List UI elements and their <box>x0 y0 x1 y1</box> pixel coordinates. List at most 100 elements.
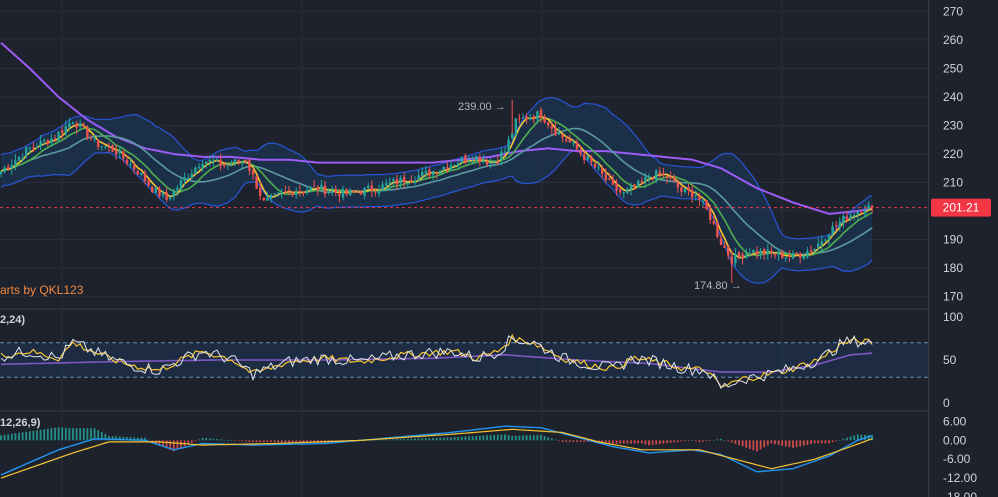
macd-histogram-bar <box>270 440 272 443</box>
macd-histogram-bar <box>511 435 514 441</box>
macd-histogram-bar <box>50 428 53 441</box>
candle-body <box>251 170 255 175</box>
price-chart[interactable]: 2702602502402302202102001901801701005006… <box>0 0 998 497</box>
macd-histogram-bar <box>277 440 280 443</box>
macd-histogram-bar <box>694 440 697 442</box>
candle-body <box>291 192 294 196</box>
candle-body <box>39 140 42 147</box>
candle-body <box>701 200 705 202</box>
macd-histogram-bar <box>615 440 618 444</box>
price-axis-tick: 230 <box>943 118 963 132</box>
candle-body <box>64 126 67 134</box>
macd-histogram-bar <box>208 438 211 441</box>
candle-body <box>374 191 377 193</box>
candle-body <box>309 187 312 191</box>
macd-axis-tick: -18.00 <box>943 490 977 497</box>
candle-body <box>176 187 179 191</box>
macd-histogram-bar <box>39 429 42 441</box>
candle-body <box>370 185 373 192</box>
candle-body <box>25 147 28 157</box>
candle-body <box>395 179 399 185</box>
candle-body <box>863 210 867 215</box>
candle-body <box>795 252 798 255</box>
macd-histogram-bar <box>259 440 262 443</box>
candle-body <box>295 191 298 196</box>
candle-body <box>694 195 697 197</box>
macd-histogram-bar <box>75 428 78 441</box>
candle-body <box>709 209 712 220</box>
candle-body <box>716 222 719 237</box>
macd-histogram-bar <box>529 435 532 441</box>
candle-body <box>712 220 715 224</box>
candle-body <box>323 185 327 195</box>
macd-histogram-bar <box>453 437 456 441</box>
rsi-pane <box>0 333 928 390</box>
candle-body <box>75 123 78 128</box>
candle-body <box>421 171 424 177</box>
macd-histogram-bar <box>82 428 85 441</box>
candle-body <box>745 253 748 259</box>
macd-histogram-bar <box>403 438 406 441</box>
candle-body <box>791 253 795 259</box>
chart-root: 2702602502402302202102001901801701005006… <box>0 0 998 497</box>
macd-histogram-bar <box>514 435 517 441</box>
candle-body <box>658 171 661 175</box>
macd-histogram-bar <box>385 439 388 441</box>
macd-histogram-bar <box>406 438 409 441</box>
candle-body <box>619 189 622 193</box>
candle-body <box>475 155 478 162</box>
candle-body <box>867 205 870 210</box>
candle-body <box>424 170 427 174</box>
macd-histogram-bar <box>18 432 20 441</box>
candle-body <box>763 249 766 255</box>
candle-body <box>230 164 233 166</box>
macd-histogram-bar <box>806 440 809 445</box>
macd-histogram-bar <box>795 440 798 448</box>
candle-body <box>615 183 618 191</box>
candle-body <box>478 157 481 163</box>
candle-body <box>719 238 723 246</box>
macd-histogram-bar <box>43 429 46 441</box>
candle-body <box>179 180 183 190</box>
macd-histogram-bar <box>766 440 769 446</box>
macd-histogram-bar <box>32 430 35 441</box>
candle-body <box>183 177 186 182</box>
candle-body <box>680 187 683 192</box>
candle-body <box>248 160 251 171</box>
candle-body <box>464 155 467 163</box>
candle-body <box>349 189 352 196</box>
macd-histogram-bar <box>435 437 438 441</box>
candle-body <box>255 175 258 189</box>
macd-histogram-bar <box>608 440 611 444</box>
candle-body <box>277 192 280 194</box>
candle-body <box>284 191 287 193</box>
candle-body <box>205 161 208 164</box>
macd-histogram-bar <box>396 439 398 441</box>
macd-axis-tick: 0.00 <box>943 433 967 447</box>
macd-histogram-bar <box>777 440 780 445</box>
candle-body <box>428 169 431 176</box>
candle-body <box>280 192 283 195</box>
candle-body <box>536 111 539 120</box>
macd-histogram-bar <box>846 437 848 441</box>
candle-body <box>766 249 769 254</box>
macd-histogram-bar <box>273 440 276 443</box>
price-axis[interactable]: 2702602502402302202102001901801701005006… <box>929 0 998 497</box>
macd-pane <box>0 425 874 479</box>
macd-histogram-bar <box>745 440 748 448</box>
candle-body <box>539 109 543 118</box>
candle-body <box>269 194 273 200</box>
macd-histogram-bar <box>698 440 701 443</box>
macd-histogram-bar <box>712 439 715 441</box>
candle-body <box>554 127 557 136</box>
macd-histogram-bar <box>194 440 197 442</box>
candle-body <box>485 161 489 165</box>
candle-body <box>529 117 532 120</box>
macd-histogram-bar <box>626 440 629 444</box>
rsi-axis-tick: 100 <box>943 310 963 324</box>
macd-histogram-bar <box>565 440 568 442</box>
candle-body <box>759 250 762 254</box>
candle-body <box>359 191 363 195</box>
price-axis-tick: 210 <box>943 176 963 190</box>
macd-histogram-bar <box>90 428 92 441</box>
